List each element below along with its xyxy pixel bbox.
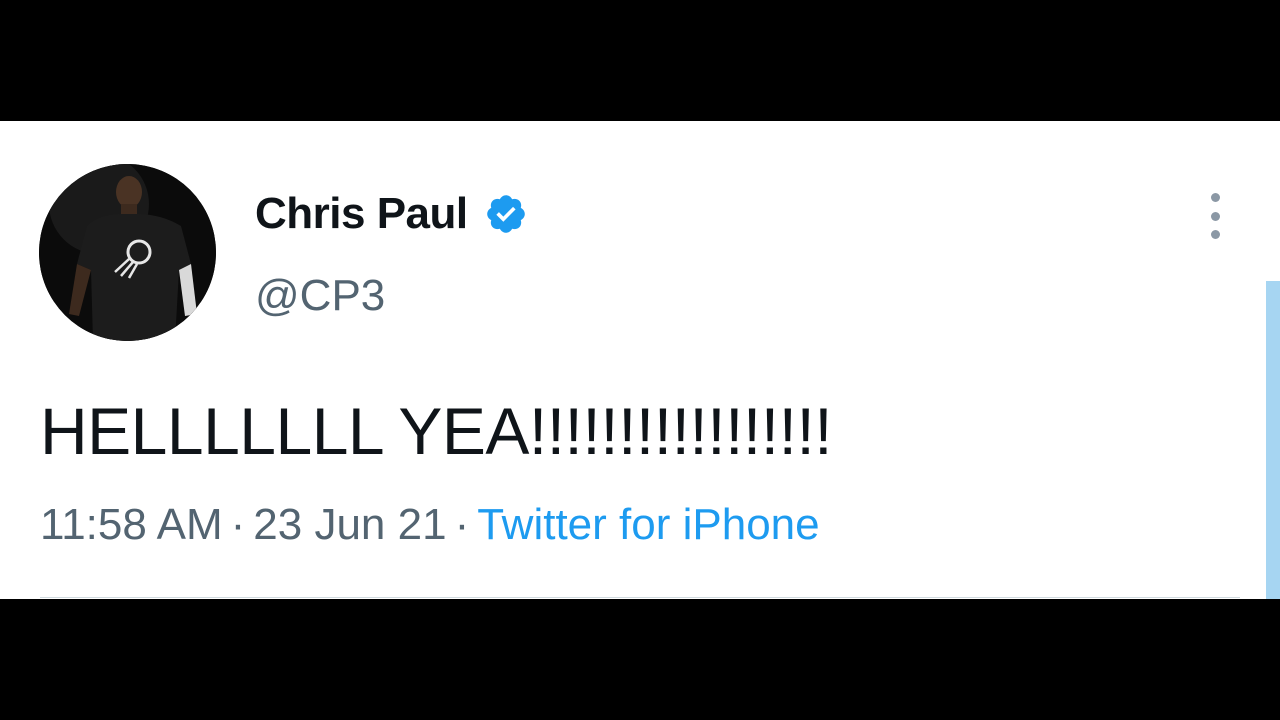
more-dot — [1210, 230, 1220, 239]
letterbox-bottom — [0, 599, 1280, 720]
author-handle[interactable]: @CP3 — [255, 271, 385, 321]
author-row: Chris Paul — [255, 189, 528, 239]
meta-separator: · — [230, 500, 246, 549]
tweet-time[interactable]: 11:58 AM — [40, 500, 223, 549]
verified-badge-icon — [484, 192, 528, 236]
tweet-meta: 11:58 AM · 23 Jun 21 · Twitter for iPhone — [40, 500, 820, 550]
letterbox-top — [0, 0, 1280, 121]
tweet-card: Chris Paul @CP3 HELLLLLLL YEA!!!!!!!!!!!… — [0, 121, 1280, 599]
more-vertical-icon[interactable] — [1200, 193, 1230, 239]
more-dot — [1210, 193, 1220, 202]
tweet-text: HELLLLLLL YEA!!!!!!!!!!!!!!!!! — [40, 394, 833, 468]
display-name[interactable]: Chris Paul — [255, 189, 468, 239]
tweet-date[interactable]: 23 Jun 21 — [253, 500, 446, 549]
meta-separator: · — [454, 500, 470, 549]
tweet-source-link[interactable]: Twitter for iPhone — [477, 500, 819, 549]
avatar[interactable] — [39, 164, 216, 341]
more-dot — [1210, 211, 1220, 221]
scrollbar-thumb[interactable] — [1266, 281, 1280, 599]
divider — [40, 597, 1240, 598]
avatar-image — [39, 164, 216, 341]
